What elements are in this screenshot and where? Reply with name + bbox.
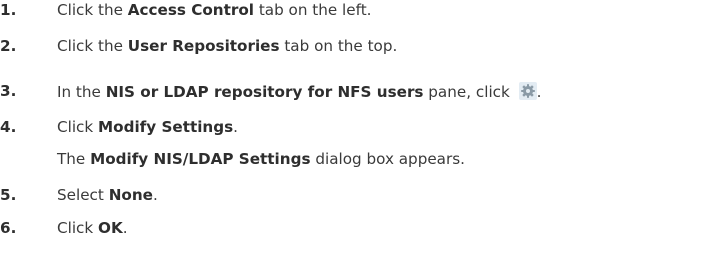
step-text-post: tab on the top. — [279, 37, 398, 55]
ui-label-none: None — [108, 186, 153, 204]
step-text: Click OK. — [57, 219, 128, 237]
ui-label-access-control: Access Control — [127, 1, 254, 19]
step-text-pre: Click the — [57, 37, 128, 55]
step-text-pre: Click — [57, 219, 99, 237]
step-text: Select None. — [57, 186, 158, 204]
step-number: 5. — [0, 186, 17, 204]
step-text-post: . — [233, 118, 238, 136]
step-text: Click the User Repositories tab on the t… — [57, 37, 397, 55]
step-number: 4. — [0, 118, 17, 136]
ui-label-user-repositories: User Repositories — [127, 37, 280, 55]
step-text: In the NIS or LDAP repository for NFS us… — [57, 82, 541, 101]
step-text: Click the Access Control tab on the left… — [57, 1, 371, 19]
step-text: Click Modify Settings. — [57, 118, 238, 136]
step-number: 3. — [0, 82, 17, 100]
step-text-post: tab on the left. — [254, 1, 372, 19]
step-text-pre: Click the — [57, 1, 128, 19]
procedure-steps: 1. Click the Access Control tab on the l… — [0, 0, 707, 267]
step-text-pre: Select — [57, 186, 109, 204]
result-text-pre: The — [57, 150, 91, 168]
step-text-post: . — [122, 219, 128, 237]
step-number: 2. — [0, 37, 17, 55]
step-text-post: . — [536, 83, 542, 101]
step-number: 6. — [0, 219, 17, 237]
step-result-text: The Modify NIS/LDAP Settings dialog box … — [57, 150, 465, 168]
ui-label-modify-nis-ldap-settings: Modify NIS/LDAP Settings — [90, 150, 311, 168]
step-text-post: . — [152, 186, 158, 204]
step-text-pre: Click — [57, 118, 99, 136]
ui-label-modify-settings: Modify Settings — [98, 118, 234, 136]
step-text-pre: In the — [57, 83, 106, 101]
step-text-mid: pane, click — [423, 83, 515, 101]
result-text-post: dialog box appears. — [310, 150, 465, 168]
step-number: 1. — [0, 1, 17, 19]
gear-icon — [518, 82, 537, 100]
ui-label-ok: OK — [98, 219, 123, 237]
ui-label-nis-ldap-pane: NIS or LDAP repository for NFS users — [105, 83, 424, 101]
